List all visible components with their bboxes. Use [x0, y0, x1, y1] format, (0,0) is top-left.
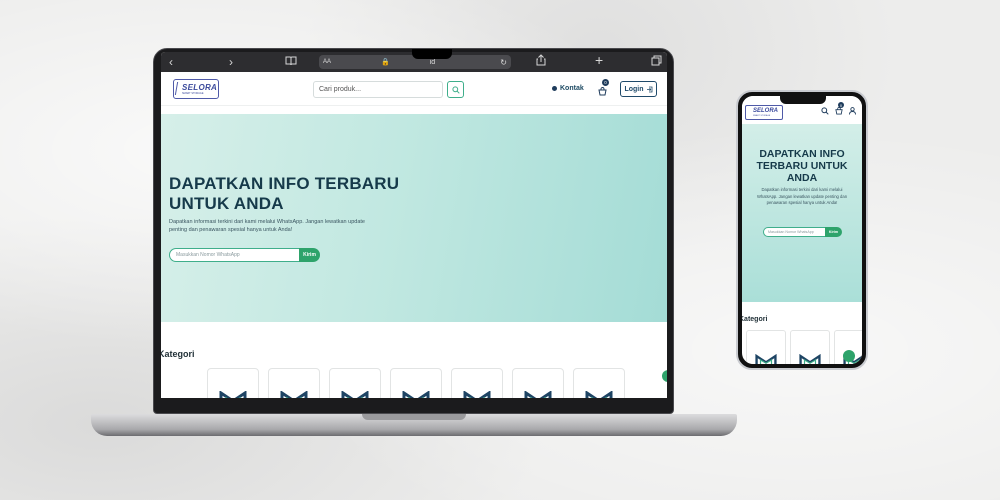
category-logo-icon	[280, 391, 308, 398]
kategori-card[interactable]	[207, 368, 259, 398]
mobile-hero: DAPATKAN INFO TERBARU UNTUK ANDA Dapatka…	[742, 124, 862, 302]
mobile-whatsapp-form: Masukkan Nomor WhatsApp Kirim	[763, 227, 842, 237]
share-icon[interactable]	[536, 54, 546, 70]
login-icon	[646, 86, 652, 92]
mobile-whatsapp-input[interactable]: Masukkan Nomor WhatsApp	[763, 227, 825, 237]
kategori-card[interactable]	[329, 368, 381, 398]
contact-icon	[552, 86, 557, 91]
category-logo-icon	[463, 391, 491, 398]
mobile-logo-subtext: SMART STORAGE	[753, 115, 771, 117]
kategori-card[interactable]	[746, 330, 786, 364]
phone-notch	[780, 96, 826, 104]
kategori-card[interactable]	[512, 368, 564, 398]
hero-banner: DAPATKAN INFO TERBARU UNTUK ANDA Dapatka…	[161, 114, 667, 322]
search-input[interactable]: Cari produk...	[313, 81, 443, 98]
mobile-whatsapp-float-button[interactable]	[843, 350, 855, 362]
hero-title: DAPATKAN INFO TERBARU UNTUK ANDA	[169, 174, 400, 213]
kontak-label: Kontak	[560, 85, 584, 92]
category-logo-icon	[524, 391, 552, 398]
search-bar: Cari produk...	[313, 81, 464, 98]
search-button[interactable]	[447, 81, 464, 98]
category-logo-icon	[755, 354, 777, 364]
mobile-hero-description: Dapatkan informasi terkini dari kami mel…	[756, 187, 848, 205]
lock-icon: 🔒	[381, 59, 390, 66]
mobile-header-icons	[821, 107, 856, 115]
category-logo-icon	[402, 391, 430, 398]
category-logo-icon	[341, 391, 369, 398]
kategori-card[interactable]	[573, 368, 625, 398]
search-icon[interactable]	[821, 107, 829, 115]
kategori-card[interactable]	[451, 368, 503, 398]
category-logo-icon	[585, 391, 613, 398]
mobile-cart-badge: 0	[838, 102, 844, 108]
mobile-logo[interactable]: SELORA SMART STORAGE	[745, 105, 783, 120]
hero-description: Dapatkan informasi terkini dari kami mel…	[169, 219, 365, 233]
user-icon[interactable]	[849, 107, 856, 115]
cart-icon	[598, 87, 607, 96]
kategori-card[interactable]	[390, 368, 442, 398]
logo-text: SELORA	[182, 83, 218, 92]
laptop-notch	[412, 49, 452, 59]
reload-icon[interactable]: ↻	[500, 58, 507, 67]
cart-icon[interactable]	[835, 107, 843, 115]
laptop-bezel	[161, 398, 667, 412]
url-text: id	[429, 58, 436, 66]
kategori-card[interactable]	[268, 368, 320, 398]
kategori-card[interactable]	[790, 330, 830, 364]
whatsapp-float-button[interactable]	[662, 370, 667, 382]
chevron-right-icon[interactable]: ›	[229, 54, 233, 70]
kategori-title: Kategori	[161, 349, 195, 359]
login-label: Login	[624, 85, 644, 93]
category-logo-icon	[219, 391, 247, 398]
mobile-logo-text: SELORA	[753, 108, 779, 114]
mobile-kirim-button[interactable]: Kirim	[825, 227, 842, 237]
logo[interactable]: SELORA SMART STORAGE	[173, 79, 219, 99]
site-header: SELORA SMART STORAGE Cari produk... Kont…	[161, 72, 667, 106]
search-icon	[451, 85, 460, 94]
chevron-left-icon[interactable]: ‹	[169, 54, 173, 70]
book-icon[interactable]	[285, 54, 297, 70]
laptop-groove	[362, 414, 466, 420]
login-button[interactable]: Login	[620, 81, 657, 97]
kontak-link[interactable]: Kontak	[552, 85, 584, 92]
cart-count-badge: 0	[602, 79, 609, 86]
kirim-button[interactable]: Kirim	[299, 248, 320, 262]
phone-screen: SELORA SMART STORAGE 0 DAPATKAN INFO TER…	[742, 96, 862, 364]
laptop-screen: ‹ › AA 🔒 id ↻ + SELORA SMART STORAGE Car…	[161, 52, 667, 398]
logo-subtext: SMART STORAGE	[182, 92, 204, 95]
category-logo-icon	[799, 354, 821, 364]
plus-icon[interactable]: +	[595, 52, 603, 68]
cart-button[interactable]: 0	[598, 79, 609, 101]
text-size-button[interactable]: AA	[323, 59, 331, 65]
mobile-kategori-title: Kategori	[742, 316, 768, 323]
kategori-list	[207, 368, 625, 398]
tabs-icon[interactable]	[651, 54, 662, 70]
mobile-hero-title: DAPATKAN INFO TERBARU UNTUK ANDA	[756, 148, 848, 184]
whatsapp-input[interactable]: Masukkan Nomor WhatsApp	[169, 248, 299, 262]
whatsapp-form: Masukkan Nomor WhatsApp Kirim	[169, 248, 320, 262]
